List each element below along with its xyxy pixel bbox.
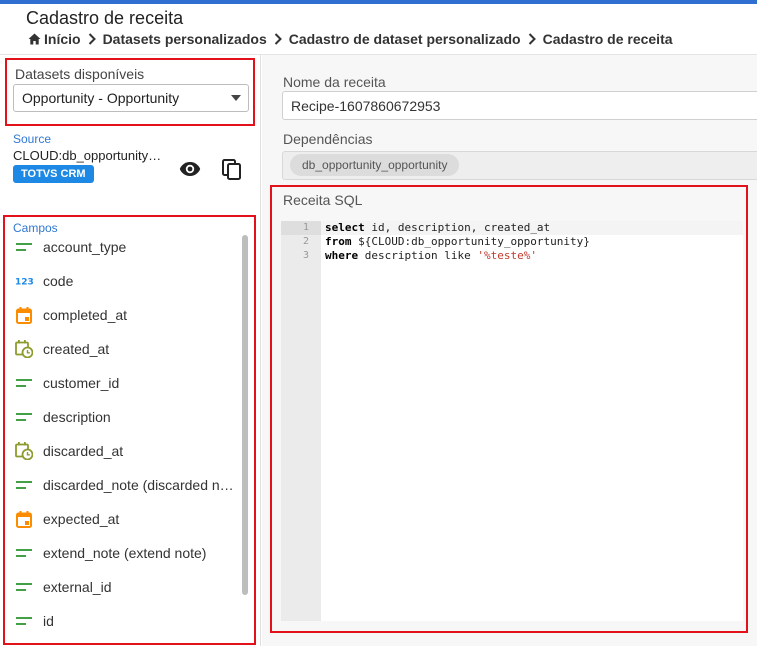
datasets-select[interactable]: Opportunity - Opportunity	[13, 84, 249, 112]
recipe-name-label: Nome da receita	[283, 74, 386, 90]
field-item[interactable]: extend_note (extend note)	[0, 536, 243, 570]
home-icon	[28, 33, 41, 45]
breadcrumb-home[interactable]: Início	[28, 31, 81, 47]
date-icon	[15, 306, 33, 324]
field-item[interactable]: account_type	[0, 230, 243, 264]
field-item[interactable]: discarded_note (discarded note)	[0, 468, 243, 502]
text-icon	[15, 408, 33, 426]
sql-string: '%teste%'	[477, 249, 537, 262]
field-item[interactable]: created_at	[0, 332, 243, 366]
text-icon	[15, 578, 33, 596]
field-name: completed_at	[43, 307, 128, 323]
field-name: customer_id	[43, 375, 120, 391]
field-name: code	[43, 273, 74, 289]
sql-label: Receita SQL	[283, 192, 363, 208]
datetime-icon	[15, 340, 33, 358]
field-name: account_type	[43, 239, 127, 255]
number-icon: 123	[15, 272, 33, 290]
code-line: where description like '%teste%'	[325, 249, 537, 263]
sql-keyword: select	[325, 221, 365, 234]
field-name: discarded_at	[43, 443, 124, 459]
line-number: 1	[302, 222, 309, 233]
source-label: Source	[13, 132, 52, 146]
text-icon	[15, 544, 33, 562]
datasets-selected-value: Opportunity - Opportunity	[22, 90, 180, 106]
field-name: discarded_note (discarded note)	[43, 477, 241, 493]
line-number: 2	[302, 236, 309, 247]
field-name: created_at	[43, 341, 110, 357]
left-panel: Datasets disponíveis Opportunity - Oppor…	[0, 55, 261, 646]
field-item[interactable]: completed_at	[0, 298, 243, 332]
breadcrumb-item-datasets[interactable]: Datasets personalizados	[103, 31, 267, 47]
sql-text: id, description, created_at	[364, 221, 551, 234]
field-item[interactable]: id	[0, 604, 243, 638]
dependencies-label: Dependências	[283, 131, 373, 147]
field-item[interactable]: external_id	[0, 570, 243, 604]
dependency-chip[interactable]: db_opportunity_opportunity	[290, 154, 460, 176]
date-icon	[15, 510, 33, 528]
page-title: Cadastro de receita	[26, 8, 184, 28]
caret-down-icon	[231, 95, 241, 101]
eye-icon[interactable]	[179, 161, 201, 177]
sql-editor[interactable]: 1 2 3 select id, description, created_at…	[281, 221, 743, 621]
fields-scrollbar[interactable]	[242, 235, 248, 595]
text-icon	[15, 238, 33, 256]
top-accent-bar	[0, 0, 757, 4]
text-icon	[15, 476, 33, 494]
field-item[interactable]: customer_id	[0, 366, 243, 400]
sql-text: description like	[358, 249, 478, 262]
text-icon	[15, 612, 33, 630]
breadcrumb-item-cadastro-dataset[interactable]: Cadastro de dataset personalizado	[289, 31, 521, 47]
code-line: from ${CLOUD:db_opportunity_opportunity}	[325, 235, 590, 249]
svg-text:123: 123	[15, 278, 33, 286]
copy-icon[interactable]	[222, 159, 242, 181]
recipe-name-input[interactable]: Recipe-1607860672953	[282, 91, 757, 120]
editor-gutter	[281, 221, 321, 621]
line-number: 3	[302, 250, 309, 261]
field-name: expected_at	[43, 511, 120, 527]
chevron-right-icon	[274, 33, 282, 45]
breadcrumb: Início Datasets personalizados Cadastro …	[28, 31, 673, 47]
field-name: id	[43, 613, 54, 629]
datasets-label: Datasets disponíveis	[15, 66, 145, 82]
breadcrumb-item-current: Cadastro de receita	[542, 31, 673, 47]
field-item[interactable]: discarded_at	[0, 434, 243, 468]
field-name: external_id	[43, 579, 112, 595]
text-icon	[15, 374, 33, 392]
datetime-icon	[15, 442, 33, 460]
sql-text: ${CLOUD:db_opportunity_opportunity}	[351, 235, 590, 248]
field-item[interactable]: 123 code	[0, 264, 243, 298]
field-name: description	[43, 409, 111, 425]
sql-keyword: from	[325, 235, 352, 248]
source-tag-badge: TOTVS CRM	[13, 165, 94, 183]
sql-keyword: where	[325, 249, 359, 262]
field-item[interactable]: description	[0, 400, 243, 434]
field-item[interactable]: expected_at	[0, 502, 243, 536]
breadcrumb-item-inicio[interactable]: Início	[44, 31, 81, 47]
code-line: select id, description, created_at	[325, 221, 550, 235]
chevron-right-icon	[528, 33, 536, 45]
chevron-right-icon	[88, 33, 96, 45]
field-name: extend_note (extend note)	[43, 545, 207, 561]
source-name: CLOUD:db_opportunity_opportunity	[13, 148, 165, 163]
